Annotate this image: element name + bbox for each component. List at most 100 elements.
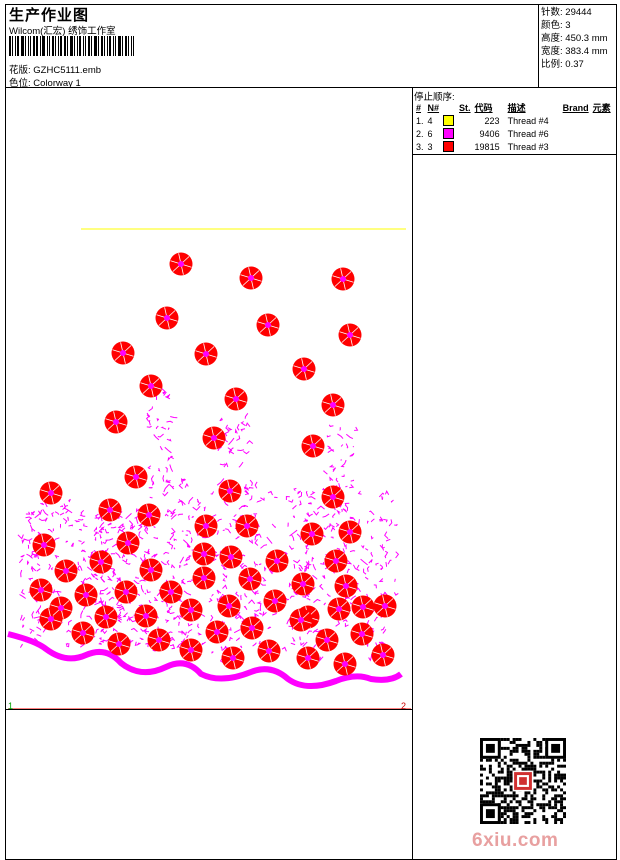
flower-motif xyxy=(137,503,161,527)
flower-motif xyxy=(104,410,128,434)
thread-row: 1. 4 223 Thread #4 xyxy=(416,115,549,127)
col-stitches: St. xyxy=(459,102,471,113)
flower-motif xyxy=(32,533,56,557)
flower-motif xyxy=(218,479,242,503)
flower-motif xyxy=(114,580,138,604)
flower-motif xyxy=(155,306,179,330)
flower-motif xyxy=(147,628,171,652)
flower-motif xyxy=(98,498,122,522)
flower-motif xyxy=(179,638,203,662)
thread-row: 2. 6 9406 Thread #6 xyxy=(416,128,549,140)
flower-motif xyxy=(321,393,345,417)
col-brand: Brand xyxy=(562,102,589,113)
flower-motifs xyxy=(29,252,397,676)
flower-motif xyxy=(221,646,245,670)
flower-motif xyxy=(202,426,226,450)
barcode-icon xyxy=(9,36,149,56)
flower-motif xyxy=(111,341,135,365)
watermark: 6xiu.com xyxy=(472,830,559,851)
stat-height: 高度: 450.3 mm xyxy=(541,33,608,44)
flower-motif xyxy=(169,252,193,276)
page-title: 生产作业图 xyxy=(9,7,90,24)
flower-motif xyxy=(29,578,53,602)
flower-motif xyxy=(238,567,262,591)
flower-motif xyxy=(194,342,218,366)
flower-motif xyxy=(240,616,264,640)
flower-motif xyxy=(194,514,218,538)
flower-motif xyxy=(291,572,315,596)
flower-motif xyxy=(324,549,348,573)
flower-motif xyxy=(338,520,362,544)
flower-motif xyxy=(49,596,73,620)
flower-motif xyxy=(289,608,313,632)
flower-motif xyxy=(179,598,203,622)
design-bottom-divider xyxy=(5,709,412,710)
flower-motif xyxy=(107,632,131,656)
flower-motif xyxy=(300,522,324,546)
flower-motif xyxy=(331,267,355,291)
flower-motif xyxy=(334,574,358,598)
flower-motif xyxy=(327,597,351,621)
flower-motif xyxy=(321,485,345,509)
flower-motif xyxy=(351,595,375,619)
flower-motif xyxy=(224,387,248,411)
stat-colors: 颜色: 3 xyxy=(541,20,571,31)
flower-motif xyxy=(89,550,113,574)
flower-motif xyxy=(159,580,183,604)
col-needle: N# xyxy=(427,102,440,113)
flower-motif xyxy=(74,583,98,607)
stat-scale: 比例: 0.37 xyxy=(541,59,584,70)
col-description: 描述 xyxy=(507,103,526,113)
flower-motif xyxy=(124,465,148,489)
design-stats: 针数: 29444 颜色: 3 高度: 450.3 mm 宽度: 383.4 m… xyxy=(541,6,608,71)
flower-motif xyxy=(333,652,357,676)
flower-motif xyxy=(134,604,158,628)
flower-motif xyxy=(94,605,118,629)
col-index: # xyxy=(416,102,422,113)
qr-code-icon xyxy=(480,738,566,824)
flower-motif xyxy=(338,323,362,347)
flower-motif xyxy=(301,434,325,458)
embroidery-preview xyxy=(7,228,411,709)
flower-motif xyxy=(371,643,395,667)
thread-table-header: # N# St. 代码 描述 Brand 元素 xyxy=(414,101,613,114)
flower-motif xyxy=(292,357,316,381)
thread-table-divider xyxy=(412,154,617,155)
flower-motif xyxy=(239,266,263,290)
flower-motif xyxy=(192,542,216,566)
flower-motif xyxy=(54,559,78,583)
header-divider-vertical xyxy=(538,4,539,88)
flower-motif xyxy=(192,566,216,590)
studio-name: Wilcom(汇宏) 绣饰工作室 xyxy=(9,26,116,37)
flower-motif xyxy=(139,374,163,398)
col-code: 代码 xyxy=(474,103,493,113)
flower-motif xyxy=(205,620,229,644)
flower-motif xyxy=(235,514,259,538)
flower-motif xyxy=(256,313,280,337)
flower-motif xyxy=(373,594,397,618)
col-element: 元素 xyxy=(592,103,611,113)
stat-width: 宽度: 383.4 mm xyxy=(541,46,608,57)
flower-motif xyxy=(350,622,374,646)
design-file-row: 花版: GZHC5111.emb xyxy=(9,62,101,76)
start-marker: 1 xyxy=(8,701,14,711)
flower-motif xyxy=(265,549,289,573)
thread-swatch xyxy=(443,128,455,140)
thread-row: 3. 3 19815 Thread #3 xyxy=(416,141,549,153)
flower-motif xyxy=(139,558,163,582)
header-divider xyxy=(5,87,617,88)
flower-motif xyxy=(257,639,281,663)
flower-motif xyxy=(296,646,320,670)
thread-swatch xyxy=(443,141,455,153)
flower-motif xyxy=(217,594,241,618)
stat-stitches: 针数: 29444 xyxy=(541,7,592,18)
flower-motif xyxy=(71,621,95,645)
flower-motif xyxy=(219,545,243,569)
thread-swatch xyxy=(443,115,455,127)
end-marker: 2 xyxy=(401,701,407,711)
flower-motif xyxy=(315,628,339,652)
thread-table: # N# St. 代码 描述 Brand 元素 1. 4 223 Thread … xyxy=(414,101,613,153)
flower-motif xyxy=(263,589,287,613)
flower-motif xyxy=(116,531,140,555)
flower-motif xyxy=(39,481,63,505)
